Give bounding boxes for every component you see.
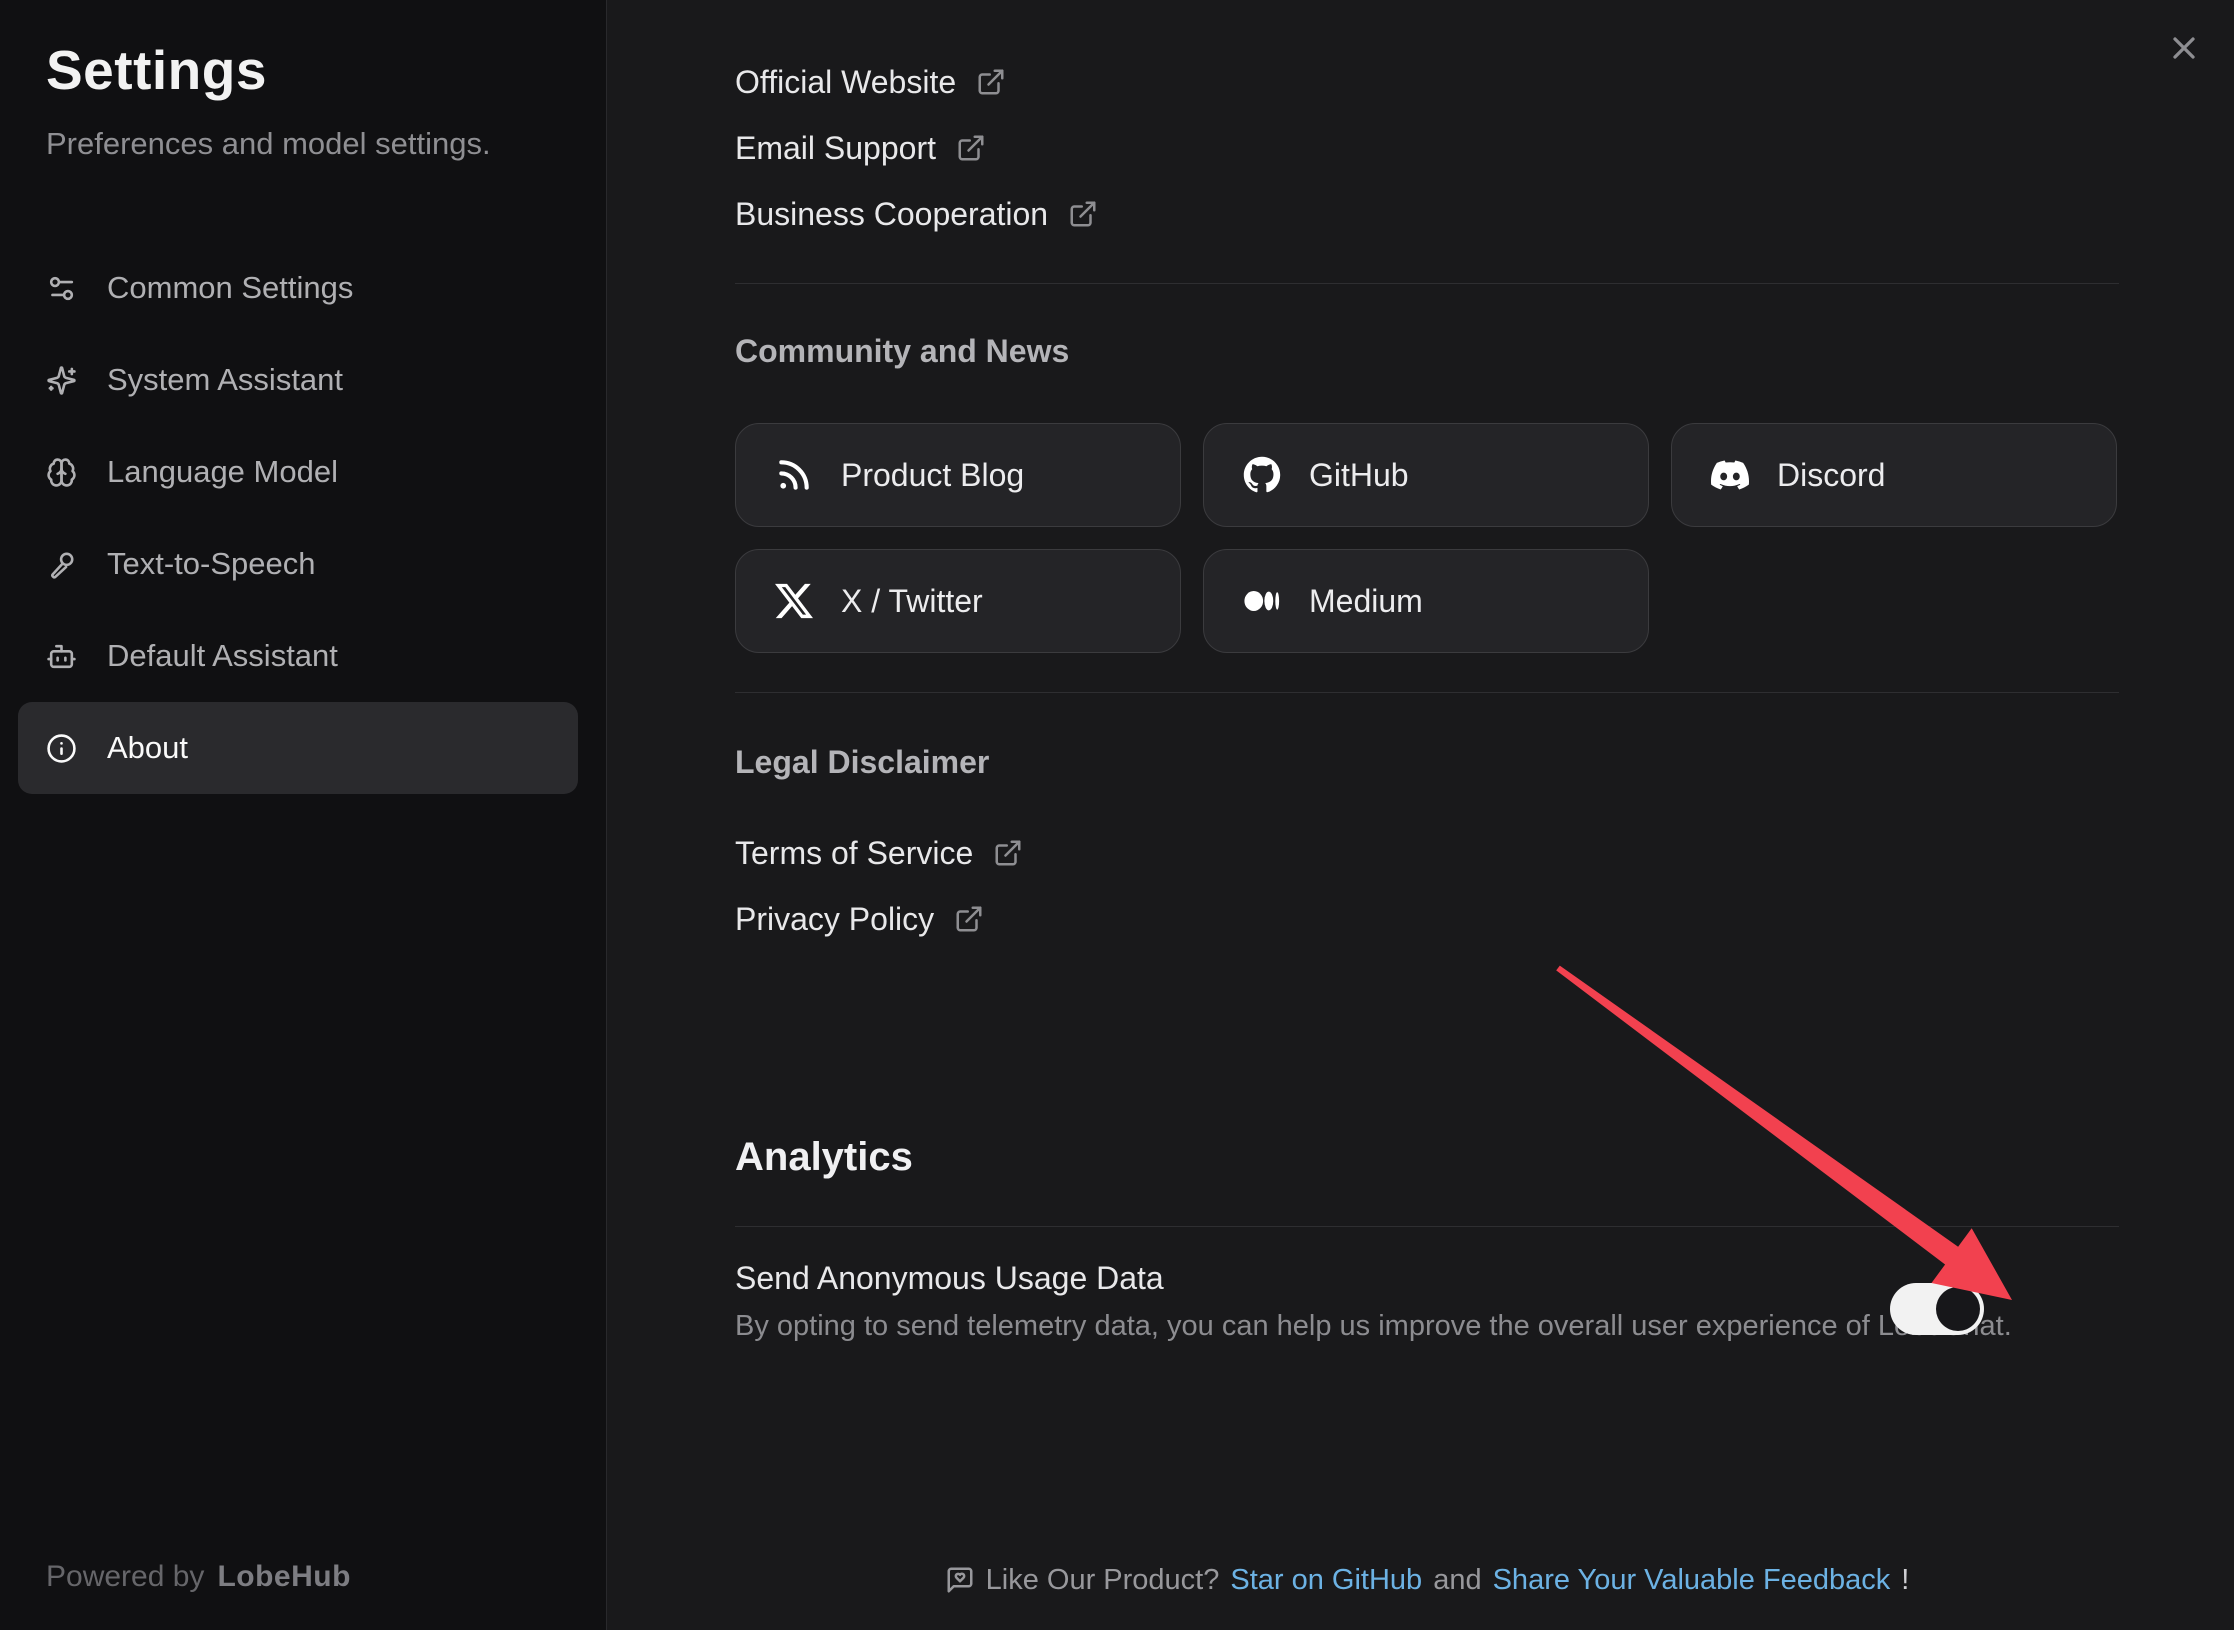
- button-label: X / Twitter: [841, 583, 983, 620]
- link-label: Terms of Service: [735, 835, 973, 872]
- mic-icon: [46, 549, 77, 580]
- about-panel: Contact Us Official Website Email Suppor…: [607, 0, 2234, 1630]
- sidebar-item-label: Common Settings: [107, 270, 353, 306]
- info-icon: [46, 733, 77, 764]
- business-cooperation-link[interactable]: Business Cooperation: [735, 190, 2119, 238]
- discord-button[interactable]: Discord: [1671, 423, 2117, 527]
- star-on-github-link[interactable]: Star on GitHub: [1230, 1564, 1422, 1597]
- contact-us-heading: Contact Us: [735, 0, 2119, 8]
- medium-icon: [1242, 581, 1282, 621]
- product-footer: Like Our Product? Star on GitHub and Sha…: [735, 1556, 2119, 1604]
- sidebar-item-default-assistant[interactable]: Default Assistant: [18, 610, 578, 702]
- footer-suffix: !: [1901, 1564, 1909, 1597]
- sidebar-item-label: Language Model: [107, 454, 338, 490]
- page-title: Settings: [46, 38, 267, 102]
- sliders-icon: [46, 273, 77, 304]
- toggle-knob: [1936, 1287, 1980, 1331]
- settings-modal: Settings Preferences and model settings.…: [0, 0, 2234, 1630]
- settings-nav: Common Settings System Assistant Languag…: [18, 242, 578, 794]
- official-website-link[interactable]: Official Website: [735, 58, 2119, 106]
- button-label: GitHub: [1309, 457, 1409, 494]
- lobehub-brand: LobeHub: [217, 1560, 350, 1594]
- community-buttons: Product Blog GitHub Discord X / Twitter: [735, 423, 2119, 653]
- legal-heading: Legal Disclaimer: [735, 738, 2119, 786]
- external-link-icon: [993, 838, 1023, 868]
- close-button[interactable]: [2158, 22, 2210, 74]
- analytics-heading: Analytics: [735, 1132, 2119, 1182]
- email-support-link[interactable]: Email Support: [735, 124, 2119, 172]
- sidebar-item-text-to-speech[interactable]: Text-to-Speech: [18, 518, 578, 610]
- external-link-icon: [976, 67, 1006, 97]
- close-icon: [2166, 30, 2202, 66]
- sidebar-item-label: Default Assistant: [107, 638, 338, 674]
- send-anonymous-usage-data-toggle[interactable]: [1890, 1283, 1984, 1335]
- external-link-icon: [956, 133, 986, 163]
- x-twitter-icon: [774, 581, 814, 621]
- powered-by: Powered by LobeHub: [46, 1553, 351, 1601]
- button-label: Product Blog: [841, 457, 1024, 494]
- product-blog-button[interactable]: Product Blog: [735, 423, 1181, 527]
- medium-button[interactable]: Medium: [1203, 549, 1649, 653]
- github-button[interactable]: GitHub: [1203, 423, 1649, 527]
- bot-icon: [46, 641, 77, 672]
- button-label: Discord: [1777, 457, 1885, 494]
- sidebar-item-label: System Assistant: [107, 362, 343, 398]
- github-icon: [1242, 455, 1282, 495]
- section-divider: [735, 1226, 2119, 1227]
- footer-prompt: Like Our Product?: [986, 1564, 1220, 1597]
- privacy-policy-link[interactable]: Privacy Policy: [735, 895, 2119, 943]
- brain-icon: [46, 457, 77, 488]
- terms-of-service-link[interactable]: Terms of Service: [735, 829, 2119, 877]
- x-twitter-button[interactable]: X / Twitter: [735, 549, 1181, 653]
- page-subtitle: Preferences and model settings.: [46, 126, 491, 162]
- rss-icon: [774, 455, 814, 495]
- settings-sidebar: Settings Preferences and model settings.…: [0, 0, 607, 1630]
- link-label: Email Support: [735, 130, 936, 167]
- powered-by-text: Powered by: [46, 1560, 204, 1594]
- discord-icon: [1710, 455, 1750, 495]
- sidebar-item-label: Text-to-Speech: [107, 546, 316, 582]
- link-label: Official Website: [735, 64, 956, 101]
- share-feedback-link[interactable]: Share Your Valuable Feedback: [1493, 1564, 1891, 1597]
- button-label: Medium: [1309, 583, 1423, 620]
- sidebar-item-about[interactable]: About: [18, 702, 578, 794]
- link-label: Privacy Policy: [735, 901, 934, 938]
- external-link-icon: [1068, 199, 1098, 229]
- community-heading: Community and News: [735, 327, 2119, 375]
- footer-conjunction: and: [1433, 1564, 1481, 1597]
- feedback-heart-icon: [945, 1565, 975, 1595]
- section-divider: [735, 692, 2119, 693]
- sidebar-item-label: About: [107, 730, 188, 766]
- sidebar-item-common-settings[interactable]: Common Settings: [18, 242, 578, 334]
- section-divider: [735, 283, 2119, 284]
- link-label: Business Cooperation: [735, 196, 1048, 233]
- sidebar-item-system-assistant[interactable]: System Assistant: [18, 334, 578, 426]
- external-link-icon: [954, 904, 984, 934]
- sidebar-item-language-model[interactable]: Language Model: [18, 426, 578, 518]
- sparkles-icon: [46, 365, 77, 396]
